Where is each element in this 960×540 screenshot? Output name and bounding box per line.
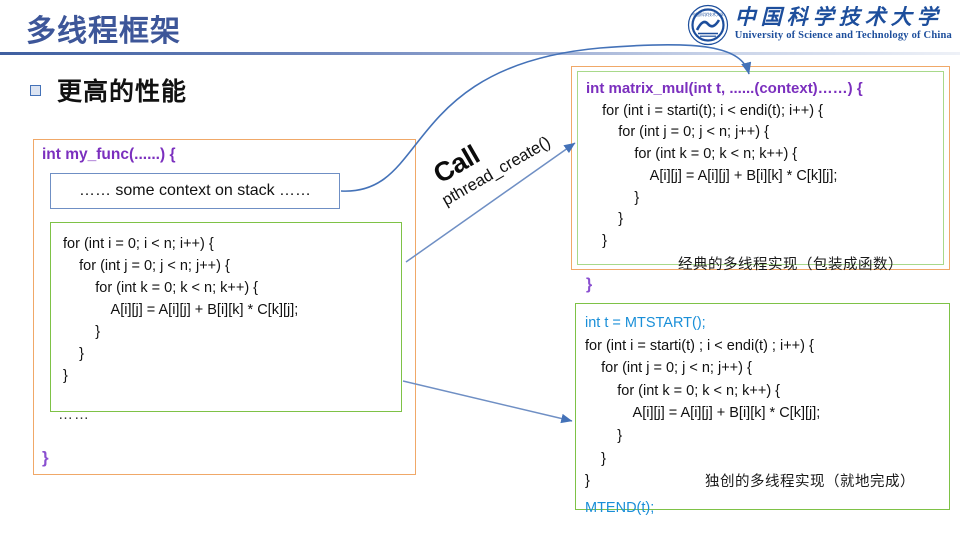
page-title: 多线程框架: [26, 15, 181, 48]
logo-name-cn: 中国科学技术大学: [734, 4, 943, 29]
mtend-call: MTEND(t);: [585, 499, 655, 516]
novel-impl-box: int t = MTSTART(); for (int i = starti(t…: [575, 303, 950, 516]
classic-impl-inner-box: int matrix_mul(int t, ......(context)……)…: [577, 71, 944, 293]
logo-text: 中国科学技术大学 University of Science and Techn…: [734, 4, 952, 44]
matrix-mul-body: for (int i = starti(t); i < endi(t); i++…: [602, 102, 838, 250]
context-on-stack-box: …… some context on stack ……: [50, 173, 340, 209]
bullet-label: 更高的性能: [57, 78, 188, 106]
svg-text:中国科学技术大学: 中国科学技术大学: [692, 11, 724, 17]
bullet-square-icon: [30, 84, 41, 96]
novel-impl-caption: 独创的多线程实现（就地完成）: [705, 473, 915, 490]
left-function-signature: int my_func(......) {: [42, 146, 176, 163]
novel-impl-body: for (int i = starti(t) ; i < endi(t) ; i…: [585, 337, 821, 490]
context-on-stack-label: …… some context on stack ……: [78, 182, 312, 199]
bullet-row: 更高的性能: [30, 72, 187, 108]
matrix-mul-signature: int matrix_mul(int t, ......(context)……)…: [586, 80, 863, 97]
left-loop-box: for (int i = 0; i < n; i++) { for (int j…: [50, 222, 402, 412]
left-closing-brace: }: [42, 448, 49, 467]
header-divider: [0, 52, 960, 55]
ustc-logo: 中国科学技术大学 中国科学技术大学 University of Science …: [687, 2, 952, 48]
ustc-seal-icon: 中国科学技术大学: [687, 4, 729, 46]
slide-canvas: 多线程框架 中国科学技术大学 中国科学技术大学 University of Sc…: [0, 0, 960, 540]
mtstart-call: int t = MTSTART();: [585, 315, 706, 331]
loop-to-novel-arrow: [402, 380, 573, 424]
classic-impl-caption: 经典的多线程实现（包装成函数）: [678, 256, 903, 273]
classic-impl-outer-box: int matrix_mul(int t, ......(context)……)…: [571, 66, 950, 293]
logo-name-en: University of Science and Technology of …: [734, 29, 952, 41]
